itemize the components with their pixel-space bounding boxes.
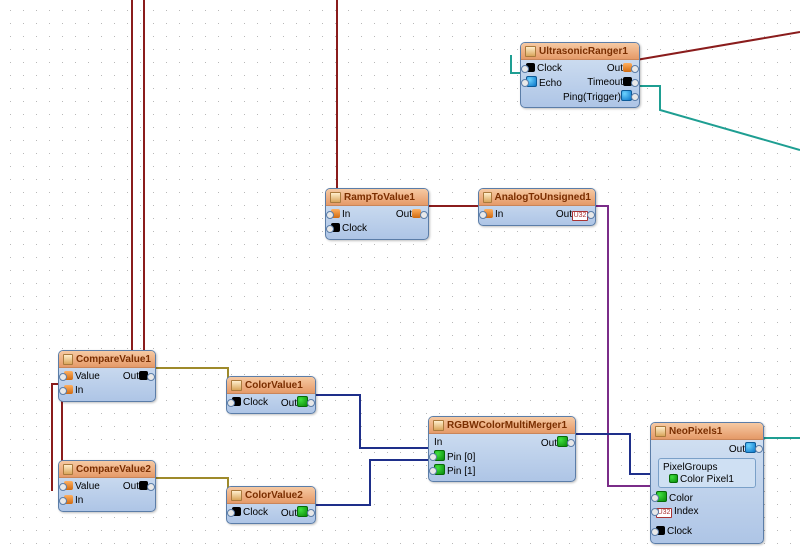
title-text: AnalogToUnsigned1 <box>495 192 591 203</box>
node-title: UltrasonicRanger1 <box>521 43 639 60</box>
port-clock[interactable]: Clock <box>243 397 268 408</box>
node-compare-value-2[interactable]: CompareValue2 Value Out In <box>58 460 156 512</box>
group-item[interactable]: Color Pixel1 <box>680 474 734 485</box>
component-icon <box>433 420 444 431</box>
node-title: ColorValue1 <box>227 377 315 394</box>
node-title: CompareValue1 <box>59 351 155 368</box>
component-icon <box>63 354 73 365</box>
pin-icon[interactable] <box>521 65 529 73</box>
node-rgbw-color-multi-merger[interactable]: RGBWColorMultiMerger1 In Out Pin [0] Pin… <box>428 416 576 482</box>
pin-icon[interactable] <box>631 65 639 73</box>
port-out[interactable]: Out <box>541 438 557 449</box>
port-out[interactable]: Out <box>123 481 139 492</box>
pin-icon[interactable] <box>59 483 67 491</box>
port-in[interactable]: In <box>75 495 83 506</box>
pin-icon[interactable] <box>307 509 315 517</box>
pin-icon[interactable] <box>521 79 529 87</box>
component-icon <box>231 490 242 501</box>
node-color-value-1[interactable]: ColorValue1 Clock Out <box>226 376 316 414</box>
node-compare-value-1[interactable]: CompareValue1 Value Out In <box>58 350 156 402</box>
pin-icon[interactable] <box>755 445 763 453</box>
port-value[interactable]: Value <box>75 371 100 382</box>
port-out[interactable]: Out <box>607 63 623 74</box>
title-text: CompareValue1 <box>76 354 151 365</box>
component-icon <box>655 426 666 437</box>
node-ultrasonic-ranger[interactable]: UltrasonicRanger1 Clock Out Echo Timeout… <box>520 42 640 108</box>
title-text: UltrasonicRanger1 <box>539 46 628 57</box>
title-text: CompareValue2 <box>76 464 151 475</box>
title-text: NeoPixels1 <box>669 426 722 437</box>
pin-icon[interactable] <box>147 373 155 381</box>
pin-icon[interactable] <box>147 483 155 491</box>
pin-icon[interactable] <box>429 467 437 475</box>
pin-icon[interactable] <box>429 453 437 461</box>
pin-icon[interactable] <box>326 211 334 219</box>
pin-icon[interactable] <box>479 211 487 219</box>
port-echo[interactable]: Echo <box>539 78 562 89</box>
pixel-groups-box[interactable]: PixelGroups Color Pixel1 <box>658 458 756 488</box>
node-ramp-to-value[interactable]: RampToValue1 In Out Clock <box>325 188 429 240</box>
port-in[interactable]: In <box>495 209 503 220</box>
pin-icon[interactable] <box>567 439 575 447</box>
port-in[interactable]: In <box>75 385 83 396</box>
pin-icon[interactable] <box>326 225 334 233</box>
pin-icon[interactable] <box>59 373 67 381</box>
port-clock[interactable]: Clock <box>243 507 268 518</box>
title-text: ColorValue1 <box>245 380 303 391</box>
node-title: CompareValue2 <box>59 461 155 478</box>
port-color[interactable]: Color <box>669 493 693 504</box>
component-icon <box>483 192 492 203</box>
pin-icon[interactable] <box>631 93 639 101</box>
port-out[interactable]: Out <box>123 371 139 382</box>
port-in-group: In <box>434 437 442 448</box>
component-icon <box>525 46 536 57</box>
title-text: RampToValue1 <box>344 192 415 203</box>
title-text: RGBWColorMultiMerger1 <box>447 420 567 431</box>
pin-icon[interactable] <box>651 528 659 536</box>
pin-icon[interactable] <box>59 387 67 395</box>
port-clock[interactable]: Clock <box>667 526 692 537</box>
pin-icon[interactable] <box>227 509 235 517</box>
port-ping[interactable]: Ping(Trigger) <box>563 92 621 103</box>
component-icon <box>231 380 242 391</box>
port-clock[interactable]: Clock <box>537 63 562 74</box>
pin-icon[interactable] <box>651 508 659 516</box>
pin-icon[interactable] <box>587 211 595 219</box>
pin-icon[interactable] <box>59 497 67 505</box>
port-pin-0[interactable]: Pin [0] <box>447 452 475 463</box>
port-value[interactable]: Value <box>75 481 100 492</box>
port-out[interactable]: Out <box>396 209 412 220</box>
pin-icon[interactable] <box>631 79 639 87</box>
port-out[interactable]: Out <box>556 209 572 220</box>
u32-icon: U32 <box>572 211 588 221</box>
node-title: ColorValue2 <box>227 487 315 504</box>
component-icon <box>330 192 341 203</box>
port-timeout[interactable]: Timeout <box>587 77 623 88</box>
port-clock[interactable]: Clock <box>342 223 367 234</box>
component-icon <box>63 464 73 475</box>
diagram-canvas[interactable]: { "nodes": { "ultrasonic": { "title": "U… <box>0 0 800 549</box>
port-out[interactable]: Out <box>281 508 297 519</box>
node-neopixels[interactable]: NeoPixels1 Out PixelGroups Color Pixel1 … <box>650 422 764 544</box>
title-text: ColorValue2 <box>245 490 303 501</box>
port-out[interactable]: Out <box>729 444 745 455</box>
pin-icon[interactable] <box>420 211 428 219</box>
port-out[interactable]: Out <box>281 398 297 409</box>
pin-icon[interactable] <box>227 399 235 407</box>
node-analog-to-unsigned[interactable]: AnalogToUnsigned1 In OutU32 <box>478 188 596 226</box>
pin-icon[interactable] <box>651 494 659 502</box>
node-title: RampToValue1 <box>326 189 428 206</box>
node-title: RGBWColorMultiMerger1 <box>429 417 575 434</box>
pin-icon[interactable] <box>307 399 315 407</box>
node-title: AnalogToUnsigned1 <box>479 189 595 206</box>
node-title: NeoPixels1 <box>651 423 763 440</box>
port-index[interactable]: Index <box>674 506 698 517</box>
port-pin-1[interactable]: Pin [1] <box>447 466 475 477</box>
port-in[interactable]: In <box>342 209 350 220</box>
node-color-value-2[interactable]: ColorValue2 Clock Out <box>226 486 316 524</box>
